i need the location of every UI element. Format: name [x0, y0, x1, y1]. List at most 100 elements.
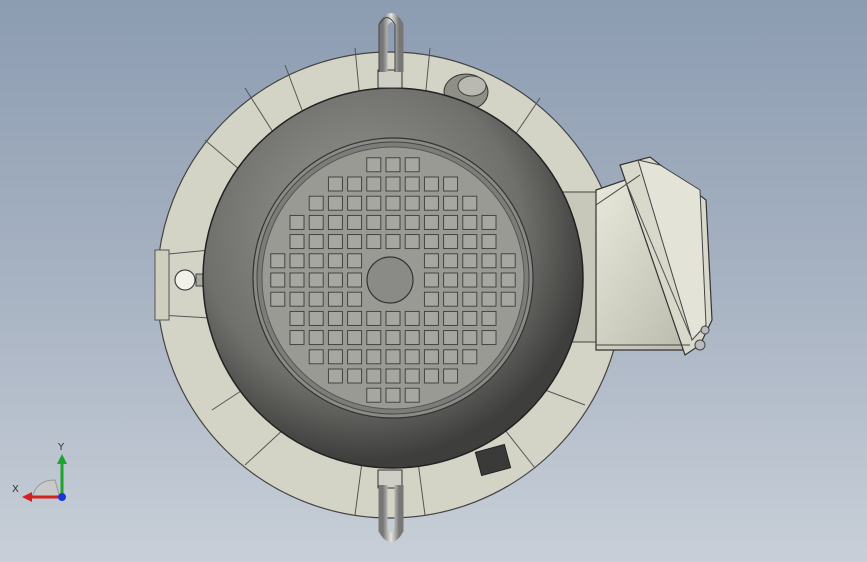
y-axis-label: Y	[58, 442, 65, 453]
fan-grid-opening	[443, 234, 459, 250]
graphics-viewport[interactable]: X Y	[0, 0, 867, 562]
fan-grid-opening	[366, 387, 382, 403]
fan-grid-opening	[423, 253, 439, 269]
fan-grid-opening	[308, 291, 324, 307]
fan-grid-opening	[385, 349, 401, 365]
fan-grid-opening	[404, 214, 420, 230]
fan-grid-opening	[347, 272, 363, 288]
fan-grid-opening	[443, 214, 459, 230]
fan-grid-opening	[289, 253, 305, 269]
fan-grid-opening	[423, 272, 439, 288]
fan-grid-opening	[481, 253, 497, 269]
fan-grid-opening	[347, 214, 363, 230]
coordinate-triad-icon: X Y	[10, 440, 80, 510]
fan-grid-opening	[347, 349, 363, 365]
fan-grid-opening	[327, 272, 343, 288]
fan-grid-opening	[443, 272, 459, 288]
fan-grid-opening	[385, 330, 401, 346]
fan-grid-opening	[347, 253, 363, 269]
fan-grid-opening	[347, 234, 363, 250]
fan-grid-opening	[500, 272, 516, 288]
fan-grid-opening	[366, 368, 382, 384]
fan-grid-opening	[385, 214, 401, 230]
fan-grid-opening	[308, 330, 324, 346]
shaft-center	[366, 256, 414, 304]
fan-grid-opening	[270, 291, 286, 307]
fan-grid-opening	[404, 387, 420, 403]
fan-grid-opening	[385, 368, 401, 384]
fan-grid-opening	[462, 349, 478, 365]
fan-grid-opening	[443, 310, 459, 326]
fan-grid-opening	[308, 195, 324, 211]
motor-model[interactable]	[0, 0, 867, 562]
fan-grid-opening	[462, 234, 478, 250]
fan-grid-opening	[423, 310, 439, 326]
fan-grid-opening	[404, 195, 420, 211]
fan-grid-opening	[481, 291, 497, 307]
fan-grid-opening	[462, 214, 478, 230]
fan-grid-opening	[347, 176, 363, 192]
fan-grid-opening	[404, 368, 420, 384]
fan-grid-opening	[385, 176, 401, 192]
fan-grid-opening	[327, 214, 343, 230]
fan-grid-opening	[327, 330, 343, 346]
fan-grid-opening	[289, 310, 305, 326]
fan-grid-opening	[423, 195, 439, 211]
fan-grid-opening	[366, 349, 382, 365]
fan-grid-opening	[443, 349, 459, 365]
fan-grid-opening	[308, 272, 324, 288]
fan-grid-opening	[500, 253, 516, 269]
fan-grid-opening	[404, 157, 420, 173]
fan-grid-opening	[327, 176, 343, 192]
fan-grid-opening	[366, 157, 382, 173]
fan-grid-opening	[327, 291, 343, 307]
fan-grid-opening	[308, 214, 324, 230]
fan-grid-opening	[443, 195, 459, 211]
fan-grid-opening	[443, 368, 459, 384]
fan-grid-opening	[327, 234, 343, 250]
fan-grid-opening	[443, 291, 459, 307]
fan-grid-opening	[327, 253, 343, 269]
fan-grid-opening	[423, 214, 439, 230]
fan-grid-opening	[423, 368, 439, 384]
fan-grid-opening	[481, 330, 497, 346]
fan-grid-opening	[443, 253, 459, 269]
fan-grid-opening	[462, 272, 478, 288]
fan-grid-opening	[347, 310, 363, 326]
fan-grid-opening	[289, 291, 305, 307]
fan-grid-opening	[423, 234, 439, 250]
fan-grid-opening	[308, 310, 324, 326]
fan-grid-opening	[481, 214, 497, 230]
fan-grid-opening	[462, 330, 478, 346]
fan-grid-opening	[327, 195, 343, 211]
fan-grid-opening	[481, 272, 497, 288]
fan-grid-opening	[289, 214, 305, 230]
fan-grid-opening	[481, 234, 497, 250]
fan-grid-opening	[423, 291, 439, 307]
fan-grid-opening	[443, 176, 459, 192]
fan-grid-opening	[404, 310, 420, 326]
fan-grid-opening	[404, 176, 420, 192]
fan-grid-opening	[366, 234, 382, 250]
fan-grid-opening	[366, 195, 382, 211]
fan-grid-opening	[423, 330, 439, 346]
fan-grid-opening	[366, 176, 382, 192]
fan-grid-opening	[481, 310, 497, 326]
fan-grid-opening	[462, 195, 478, 211]
fan-grid-opening	[308, 253, 324, 269]
fan-grid-opening	[404, 234, 420, 250]
fan-grid-opening	[423, 349, 439, 365]
fan-grid-opening	[366, 330, 382, 346]
fan-grid-opening	[366, 310, 382, 326]
x-axis-label: X	[12, 484, 19, 495]
fan-grid-opening	[404, 330, 420, 346]
fan-grid-opening	[308, 349, 324, 365]
fan-grid-opening	[462, 253, 478, 269]
fan-grid-opening	[423, 176, 439, 192]
fan-grid-opening	[385, 157, 401, 173]
fan-grid-opening	[308, 234, 324, 250]
fan-grid-opening	[385, 310, 401, 326]
fan-grid-opening	[404, 349, 420, 365]
fan-grid-opening	[462, 310, 478, 326]
fan-grid-opening	[289, 272, 305, 288]
